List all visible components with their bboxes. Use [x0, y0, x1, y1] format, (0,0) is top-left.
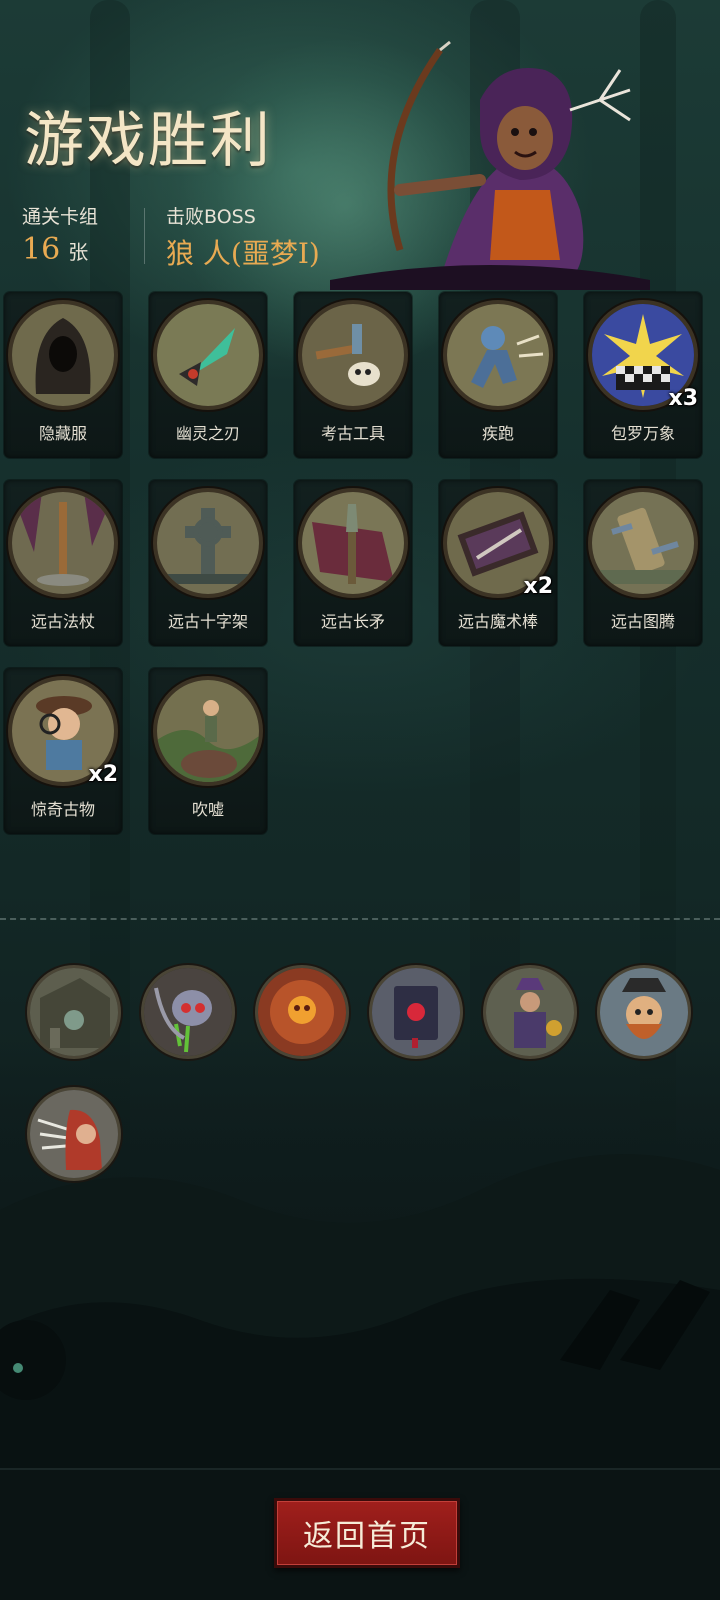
deck-count-row: 16 张 — [22, 232, 88, 267]
ancient-staff-icon — [12, 492, 114, 594]
ancient-spear-icon — [302, 492, 404, 594]
header-divider — [144, 208, 145, 264]
sorcerer-relic-icon[interactable] — [486, 968, 574, 1056]
victory-title: 游戏胜利 — [24, 106, 272, 176]
background-silhouette — [0, 1154, 720, 1470]
deck-card[interactable]: 远古十字架 — [149, 480, 267, 646]
boss-name: 狼 人(噩梦I) — [166, 237, 320, 270]
card-count-badge: x2 — [88, 762, 119, 787]
card-label: 疾跑 — [481, 424, 514, 443]
deck-unit: 张 — [68, 240, 89, 264]
card-label: 隐藏服 — [38, 424, 87, 443]
ancient-cross-icon — [157, 492, 259, 594]
pirate-relic-icon[interactable] — [600, 968, 688, 1056]
ruins-relic-icon[interactable] — [30, 968, 118, 1056]
skull-plate-relic-icon[interactable] — [258, 968, 346, 1056]
deck-card[interactable]: 远古魔术棒 x2 — [439, 480, 557, 646]
deck-card[interactable]: 远古法杖 — [4, 480, 122, 646]
deck-card[interactable]: 考古工具 — [294, 292, 412, 458]
red-hood-relic-icon[interactable] — [30, 1090, 118, 1178]
deck-card[interactable]: 惊奇古物 x2 — [4, 668, 122, 834]
deck-card[interactable]: 疾跑 — [439, 292, 557, 458]
deck-card[interactable]: 远古长矛 — [294, 480, 412, 646]
archaeology-tools-icon — [302, 304, 404, 406]
hooded-cloak-icon — [12, 304, 114, 406]
card-label: 惊奇古物 — [30, 800, 95, 819]
deck-card[interactable]: 远古图腾 — [584, 480, 702, 646]
ghost-blade-icon — [157, 304, 259, 406]
deck-card[interactable]: 隐藏服 — [4, 292, 122, 458]
boast-icon — [157, 680, 259, 782]
deck-label: 通关卡组 — [22, 206, 99, 228]
sprint-icon — [447, 304, 549, 406]
card-label: 远古法杖 — [30, 612, 95, 631]
card-label: 包罗万象 — [610, 424, 675, 443]
card-label: 远古图腾 — [610, 612, 675, 631]
ancient-totem-icon — [592, 492, 694, 594]
deck-card[interactable]: 吹嘘 — [149, 668, 267, 834]
boss-label: 击败BOSS — [166, 206, 256, 228]
card-count-badge: x3 — [668, 386, 699, 411]
card-label: 幽灵之刃 — [175, 424, 240, 443]
deck-count: 16 — [22, 232, 61, 267]
poison-skull-relic-icon[interactable] — [144, 968, 232, 1056]
card-label: 考古工具 — [320, 424, 385, 443]
deck-card[interactable]: 幽灵之刃 — [149, 292, 267, 458]
card-label: 远古长矛 — [320, 612, 385, 631]
card-label: 远古十字架 — [167, 612, 248, 631]
hero-character-icon — [330, 40, 650, 290]
return-home-button[interactable]: 返回首页 — [274, 1498, 460, 1568]
card-label: 远古魔术棒 — [457, 612, 538, 631]
card-label: 吹嘘 — [191, 800, 224, 819]
victory-screen: 游戏胜利 通关卡组 16 张 击败BOSS 狼 人(噩梦I) 隐藏服 幽灵之刃 … — [0, 0, 720, 1600]
section-divider — [0, 918, 720, 920]
red-tome-relic-icon[interactable] — [372, 968, 460, 1056]
deck-card[interactable]: 包罗万象 x3 — [584, 292, 702, 458]
card-count-badge: x2 — [523, 574, 554, 599]
